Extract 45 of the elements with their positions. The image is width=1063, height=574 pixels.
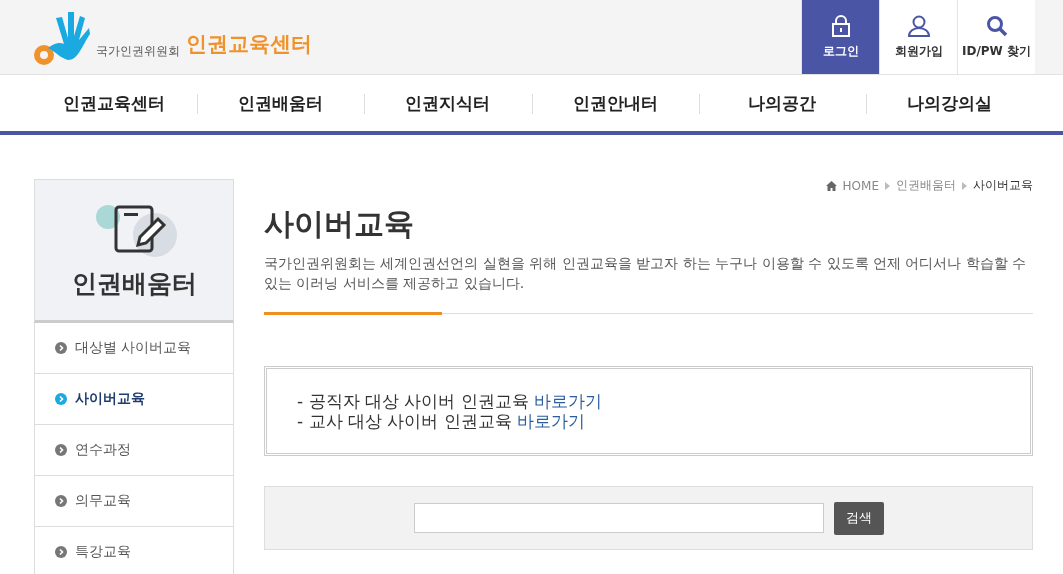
chevron-icon (55, 495, 67, 507)
nav-item[interactable]: 나의강의실 (865, 91, 1034, 115)
sidebar-item[interactable]: 연수과정 (34, 425, 234, 476)
breadcrumb-link[interactable]: HOME (842, 178, 879, 193)
person-icon (906, 14, 931, 37)
sidebar-item[interactable]: 대상별 사이버교육 (34, 323, 234, 374)
triangle-icon (885, 181, 890, 190)
login-button[interactable]: 로그인 (801, 0, 879, 74)
chevron-icon (55, 444, 67, 456)
home-icon (825, 180, 837, 191)
sidebar-item-label: 특강교육 (75, 543, 131, 561)
chevron-icon (55, 546, 67, 558)
lock-icon (830, 14, 851, 37)
sidebar-item[interactable]: 의무교육 (34, 476, 234, 527)
nav-item[interactable]: 인권배움터 (197, 91, 365, 115)
notice-line: - 공직자 대상 사이버 인권교육 바로가기 (297, 391, 604, 411)
intro-text: 국가인권위원회는 세계인권선언의 실현을 위해 인권교육을 받고자 하는 누구나 이용할 수 있도록 언제 어디서나 학습할 수 있는 이러닝 서비스를 제공하고 있습니다. (264, 253, 1033, 314)
nav-item[interactable]: 인권안내터 (531, 91, 699, 115)
chevron-icon (55, 342, 67, 354)
search-button[interactable]: 검색 (833, 501, 884, 535)
sidebar-title: 인권배움터 (71, 267, 197, 300)
signup-button[interactable]: 회원가입 (879, 0, 957, 74)
notice-line: - 교사 대상 사이버 인권교육 바로가기 (297, 411, 587, 431)
sidebar-item-label: 사이버교육 (75, 390, 145, 408)
shortcut-link[interactable]: 바로가기 (534, 391, 603, 411)
hand-logo-icon (34, 10, 90, 66)
sidebar-item-label: 연수과정 (75, 441, 131, 459)
search-icon (985, 14, 1008, 37)
sidebar-item[interactable]: 특강교육 (34, 527, 234, 574)
chevron-icon (55, 393, 67, 405)
page-title: 사이버교육 (264, 205, 415, 243)
nav-item[interactable]: 인권지식터 (364, 91, 532, 115)
breadcrumb-link[interactable]: 인권배움터 (896, 177, 956, 194)
search-field[interactable] (413, 503, 824, 533)
find-account-button[interactable]: ID/PW 찾기 (957, 0, 1035, 74)
triangle-icon (962, 181, 967, 190)
nav-item[interactable]: 나의공간 (698, 91, 866, 115)
sidebar-item[interactable]: 사이버교육 (34, 374, 234, 425)
sidebar-item-label: 의무교육 (75, 492, 131, 510)
organization-name: 국가인권위원회 (96, 43, 180, 60)
breadcrumb-link[interactable]: 사이버교육 (973, 177, 1033, 194)
sidebar-item-label: 대상별 사이버교육 (75, 339, 192, 357)
nav-item[interactable]: 인권교육센터 (30, 91, 198, 115)
shortcut-link[interactable]: 바로가기 (517, 411, 586, 431)
brand-title: 인권교육센터 (186, 31, 312, 58)
